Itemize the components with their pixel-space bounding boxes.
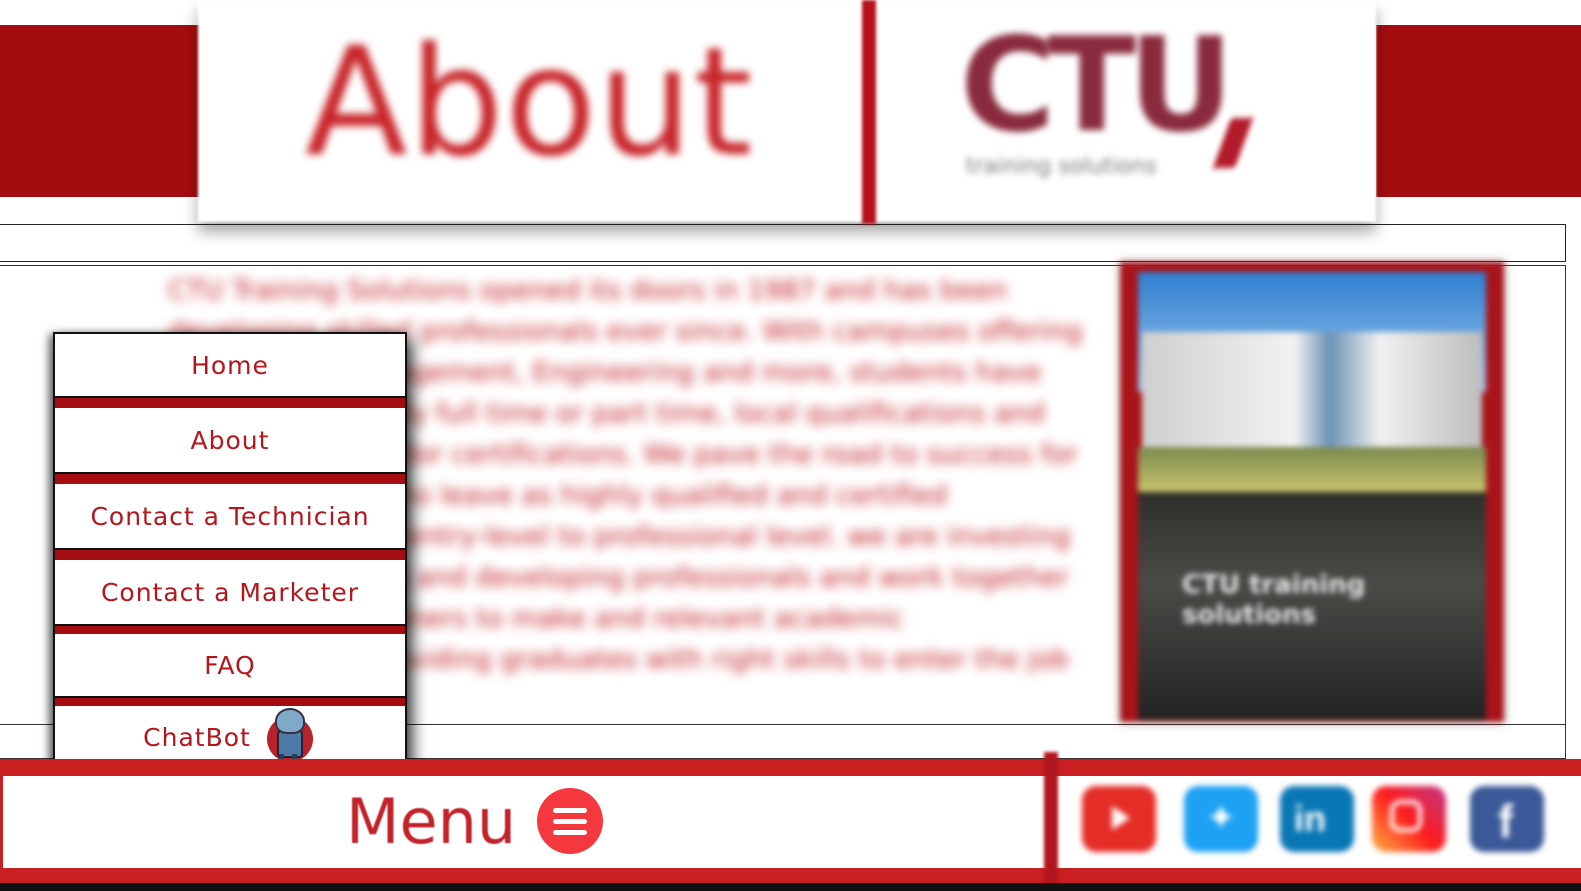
menu-panel: Home About Contact a Technician Contact … [53, 332, 407, 770]
campus-photo: CTU training solutions [1120, 262, 1504, 722]
menu-item-label: ChatBot [143, 722, 251, 752]
menu-item-contact-technician[interactable]: Contact a Technician [55, 484, 405, 550]
photo-building [1142, 332, 1482, 452]
photo-brand-text: CTU training solutions [1182, 570, 1366, 630]
menu-item-label: About [190, 425, 270, 455]
footer-divider [1044, 752, 1058, 884]
robot-mascot-icon [263, 708, 317, 766]
linkedin-icon[interactable]: in [1280, 786, 1354, 852]
photo-grass [1138, 447, 1486, 492]
menu-item-label: FAQ [204, 650, 256, 680]
menu-item-about[interactable]: About [55, 408, 405, 474]
menu-item-faq[interactable]: FAQ [55, 634, 405, 698]
menu-item-label: Home [191, 350, 269, 380]
menu-item-home[interactable]: Home [55, 334, 405, 398]
header-divider [862, 0, 876, 224]
bottom-edge [0, 883, 1581, 891]
page-title: About [305, 16, 754, 190]
hamburger-icon[interactable] [537, 788, 603, 854]
facebook-icon[interactable]: f [1470, 786, 1544, 852]
menu-item-label: Contact a Technician [90, 501, 370, 531]
instagram-icon[interactable] [1372, 786, 1446, 852]
logo-subtitle: training solutions [966, 154, 1157, 179]
menu-item-label: Contact a Marketer [100, 577, 360, 607]
youtube-icon[interactable] [1082, 786, 1156, 852]
menu-toggle-label[interactable]: Menu [346, 784, 516, 860]
header-underline [0, 224, 1566, 262]
logo-text: CTU [960, 9, 1234, 161]
twitter-icon[interactable]: ✦ [1184, 786, 1258, 852]
menu-item-contact-marketer[interactable]: Contact a Marketer [55, 560, 405, 626]
header-band-left [0, 25, 200, 197]
header-band-right [1376, 25, 1581, 197]
